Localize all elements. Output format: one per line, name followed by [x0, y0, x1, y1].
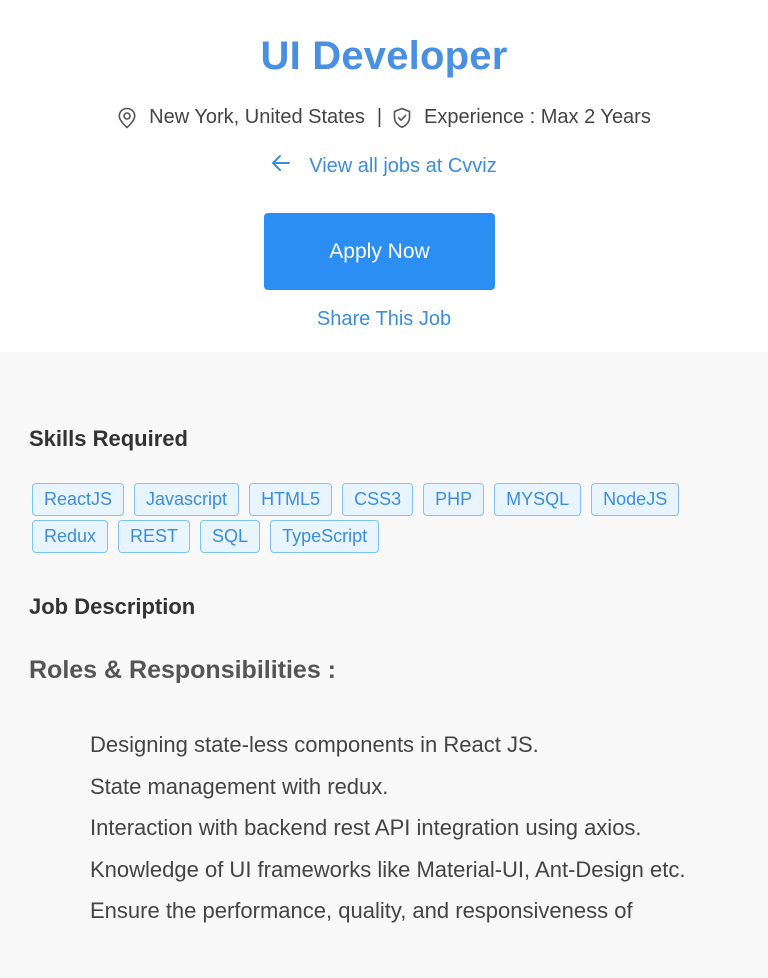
list-item: State management with redux.: [90, 773, 389, 799]
share-job-link[interactable]: Share This Job: [0, 308, 768, 331]
job-title: UI Developer: [260, 34, 508, 78]
skills-heading: Skills Required: [29, 426, 188, 451]
skill-tag: REST: [118, 520, 191, 553]
job-header: UI Developer New York, United States | E…: [0, 0, 768, 352]
skill-tag: Javascript: [134, 483, 240, 516]
roles-heading: Roles & Responsibilities :: [29, 656, 337, 684]
job-description-heading: Job Description: [29, 594, 196, 619]
job-location: New York, United States: [149, 106, 365, 128]
skill-tag: CSS3: [342, 483, 414, 516]
skill-tag: TypeScript: [270, 520, 380, 553]
view-all-jobs-label: View all jobs at Cvviz: [309, 154, 497, 177]
arrow-left-icon: [271, 154, 291, 178]
skill-tags: ReactJS Javascript HTML5 CSS3 PHP MYSQL …: [32, 483, 722, 553]
location-pin-icon: [117, 107, 137, 129]
responsibilities-list: Designing state-less components in React…: [90, 724, 740, 932]
skill-tag: SQL: [200, 520, 261, 553]
skill-tag: HTML5: [249, 483, 333, 516]
skill-tag: MYSQL: [494, 483, 582, 516]
shield-check-icon: [392, 107, 412, 129]
job-experience: Experience : Max 2 Years: [424, 106, 651, 128]
skill-tag: PHP: [423, 483, 485, 516]
meta-separator: |: [376, 106, 383, 128]
skill-tag: ReactJS: [32, 483, 125, 516]
skill-tag: NodeJS: [591, 483, 680, 516]
job-meta: New York, United States | Experience : M…: [0, 106, 768, 129]
list-item: Knowledge of UI frameworks like Material…: [90, 856, 686, 882]
list-item: Designing state-less components in React…: [90, 732, 539, 757]
apply-now-button[interactable]: Apply Now: [264, 213, 495, 290]
skill-tag: Redux: [32, 520, 109, 553]
list-item: Ensure the performance, quality, and res…: [90, 898, 633, 923]
list-item: Interaction with backend rest API integr…: [90, 815, 642, 840]
view-all-jobs-link[interactable]: View all jobs at Cvviz: [0, 154, 768, 178]
